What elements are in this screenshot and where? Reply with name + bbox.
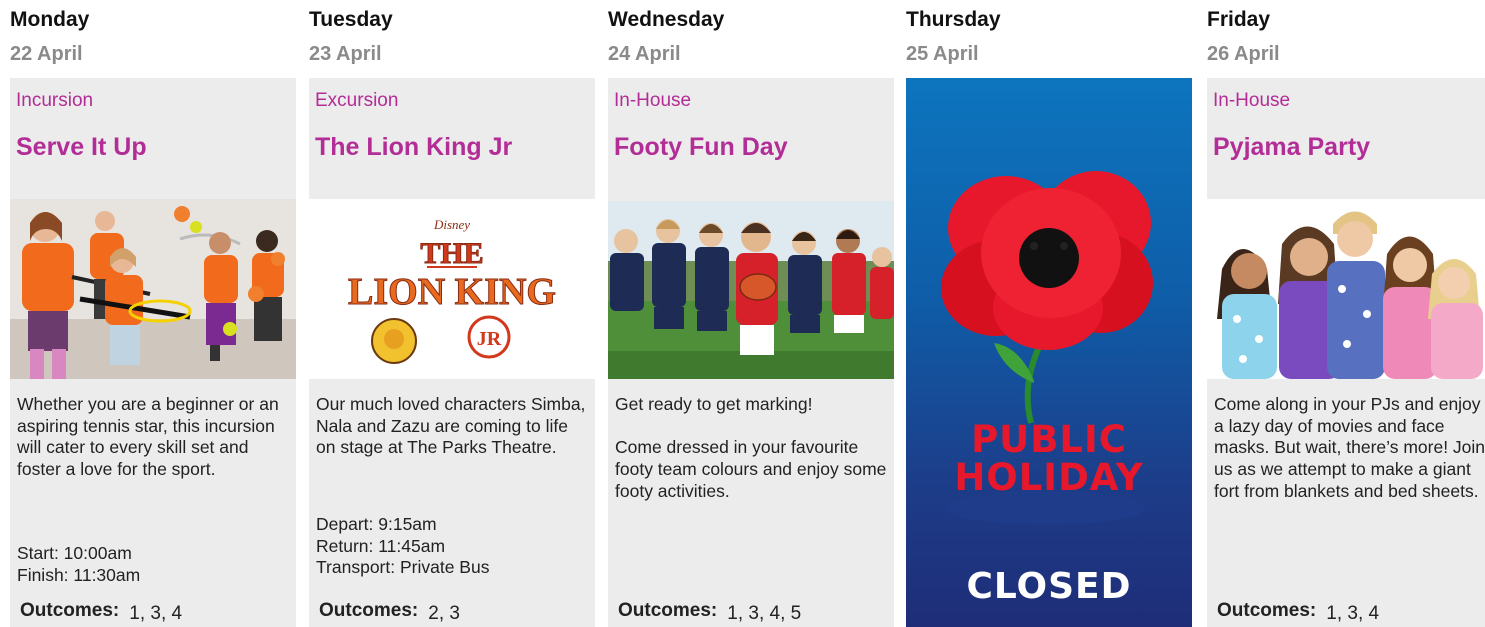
activity-card: Excursion The Lion King Jr Disney THE LI… [309, 78, 595, 627]
day-date: 24 April [608, 43, 681, 65]
tennis-kids-photo [10, 199, 296, 379]
activity-title: Pyjama Party [1213, 133, 1371, 161]
outcomes-values: 1, 3, 4, 5 [727, 603, 802, 624]
outcomes-label: Outcomes: [618, 600, 718, 621]
activity-type: Incursion [16, 90, 94, 111]
activity-type: In-House [614, 90, 692, 111]
day-name: Monday [10, 8, 90, 31]
day-name: Tuesday [309, 8, 393, 31]
outcomes-values: 1, 3, 4 [1326, 603, 1380, 624]
public-holiday-line1: PUBLIC [971, 418, 1127, 461]
outcomes-label: Outcomes: [1217, 600, 1317, 621]
logo-badge: JR [477, 328, 502, 350]
activity-card: Incursion Serve It Up Whether you are a … [10, 78, 296, 627]
day-name: Thursday [906, 8, 1001, 31]
poppy-icon [941, 171, 1153, 424]
day-date: 25 April [906, 43, 979, 65]
day-column-tuesday: Tuesday 23 April Excursion The Lion King… [309, 0, 595, 627]
activity-times: Depart: 9:15am Return: 11:45am Transport… [316, 514, 490, 578]
closed-label: CLOSED [966, 566, 1132, 607]
activity-times: Start: 10:00am Finish: 11:30am [17, 543, 141, 585]
pyjama-kids-photo [1207, 199, 1485, 379]
activity-description: Get ready to get marking! Come dressed i… [615, 394, 887, 501]
outcomes-values: 1, 3, 4 [129, 603, 183, 624]
day-column-thursday: Thursday 25 April PUBLIC HOLIDAY CLOSED [906, 0, 1192, 627]
day-name: Wednesday [608, 8, 725, 31]
day-name: Friday [1207, 8, 1271, 31]
logo-line1: THE [420, 237, 483, 270]
activity-description: Our much loved characters Simba, Nala an… [316, 394, 586, 458]
outcomes: Outcomes: 1, 3, 4, 5 [618, 600, 802, 624]
logo-brand: Disney [433, 217, 470, 232]
lion-king-jr-logo: Disney THE LION KING JR [309, 199, 595, 379]
outcomes-values: 2, 3 [428, 603, 460, 624]
day-column-friday: Friday 26 April In-House Pyjama Party Co… [1207, 0, 1485, 627]
activity-description: Whether you are a beginner or an aspirin… [17, 394, 279, 480]
outcomes: Outcomes: 1, 3, 4 [20, 600, 183, 624]
activity-type: In-House [1213, 90, 1291, 111]
activity-title: The Lion King Jr [315, 133, 513, 161]
holiday-shadow [946, 491, 1146, 525]
day-column-wednesday: Wednesday 24 April In-House Footy Fun Da… [608, 0, 894, 627]
day-column-monday: Monday 22 April Incursion Serve It Up Wh… [10, 0, 296, 627]
activity-card: In-House Footy Fun Day Get ready to get … [608, 78, 894, 627]
outcomes: Outcomes: 1, 3, 4 [1217, 600, 1380, 624]
public-holiday-card: PUBLIC HOLIDAY CLOSED [906, 78, 1192, 627]
activity-title: Serve It Up [16, 133, 147, 161]
outcomes: Outcomes: 2, 3 [319, 600, 460, 624]
logo-line2: LION KING [348, 271, 556, 313]
activity-description: Come along in your PJs and enjoy a lazy … [1214, 394, 1485, 501]
day-date: 23 April [309, 43, 382, 65]
day-date: 22 April [10, 43, 83, 65]
footy-kids-photo [608, 201, 894, 379]
outcomes-label: Outcomes: [20, 600, 120, 621]
outcomes-label: Outcomes: [319, 600, 419, 621]
activity-card: In-House Pyjama Party Come along in your… [1207, 78, 1485, 627]
day-date: 26 April [1207, 43, 1280, 65]
activity-title: Footy Fun Day [614, 133, 788, 161]
activity-type: Excursion [315, 90, 399, 111]
